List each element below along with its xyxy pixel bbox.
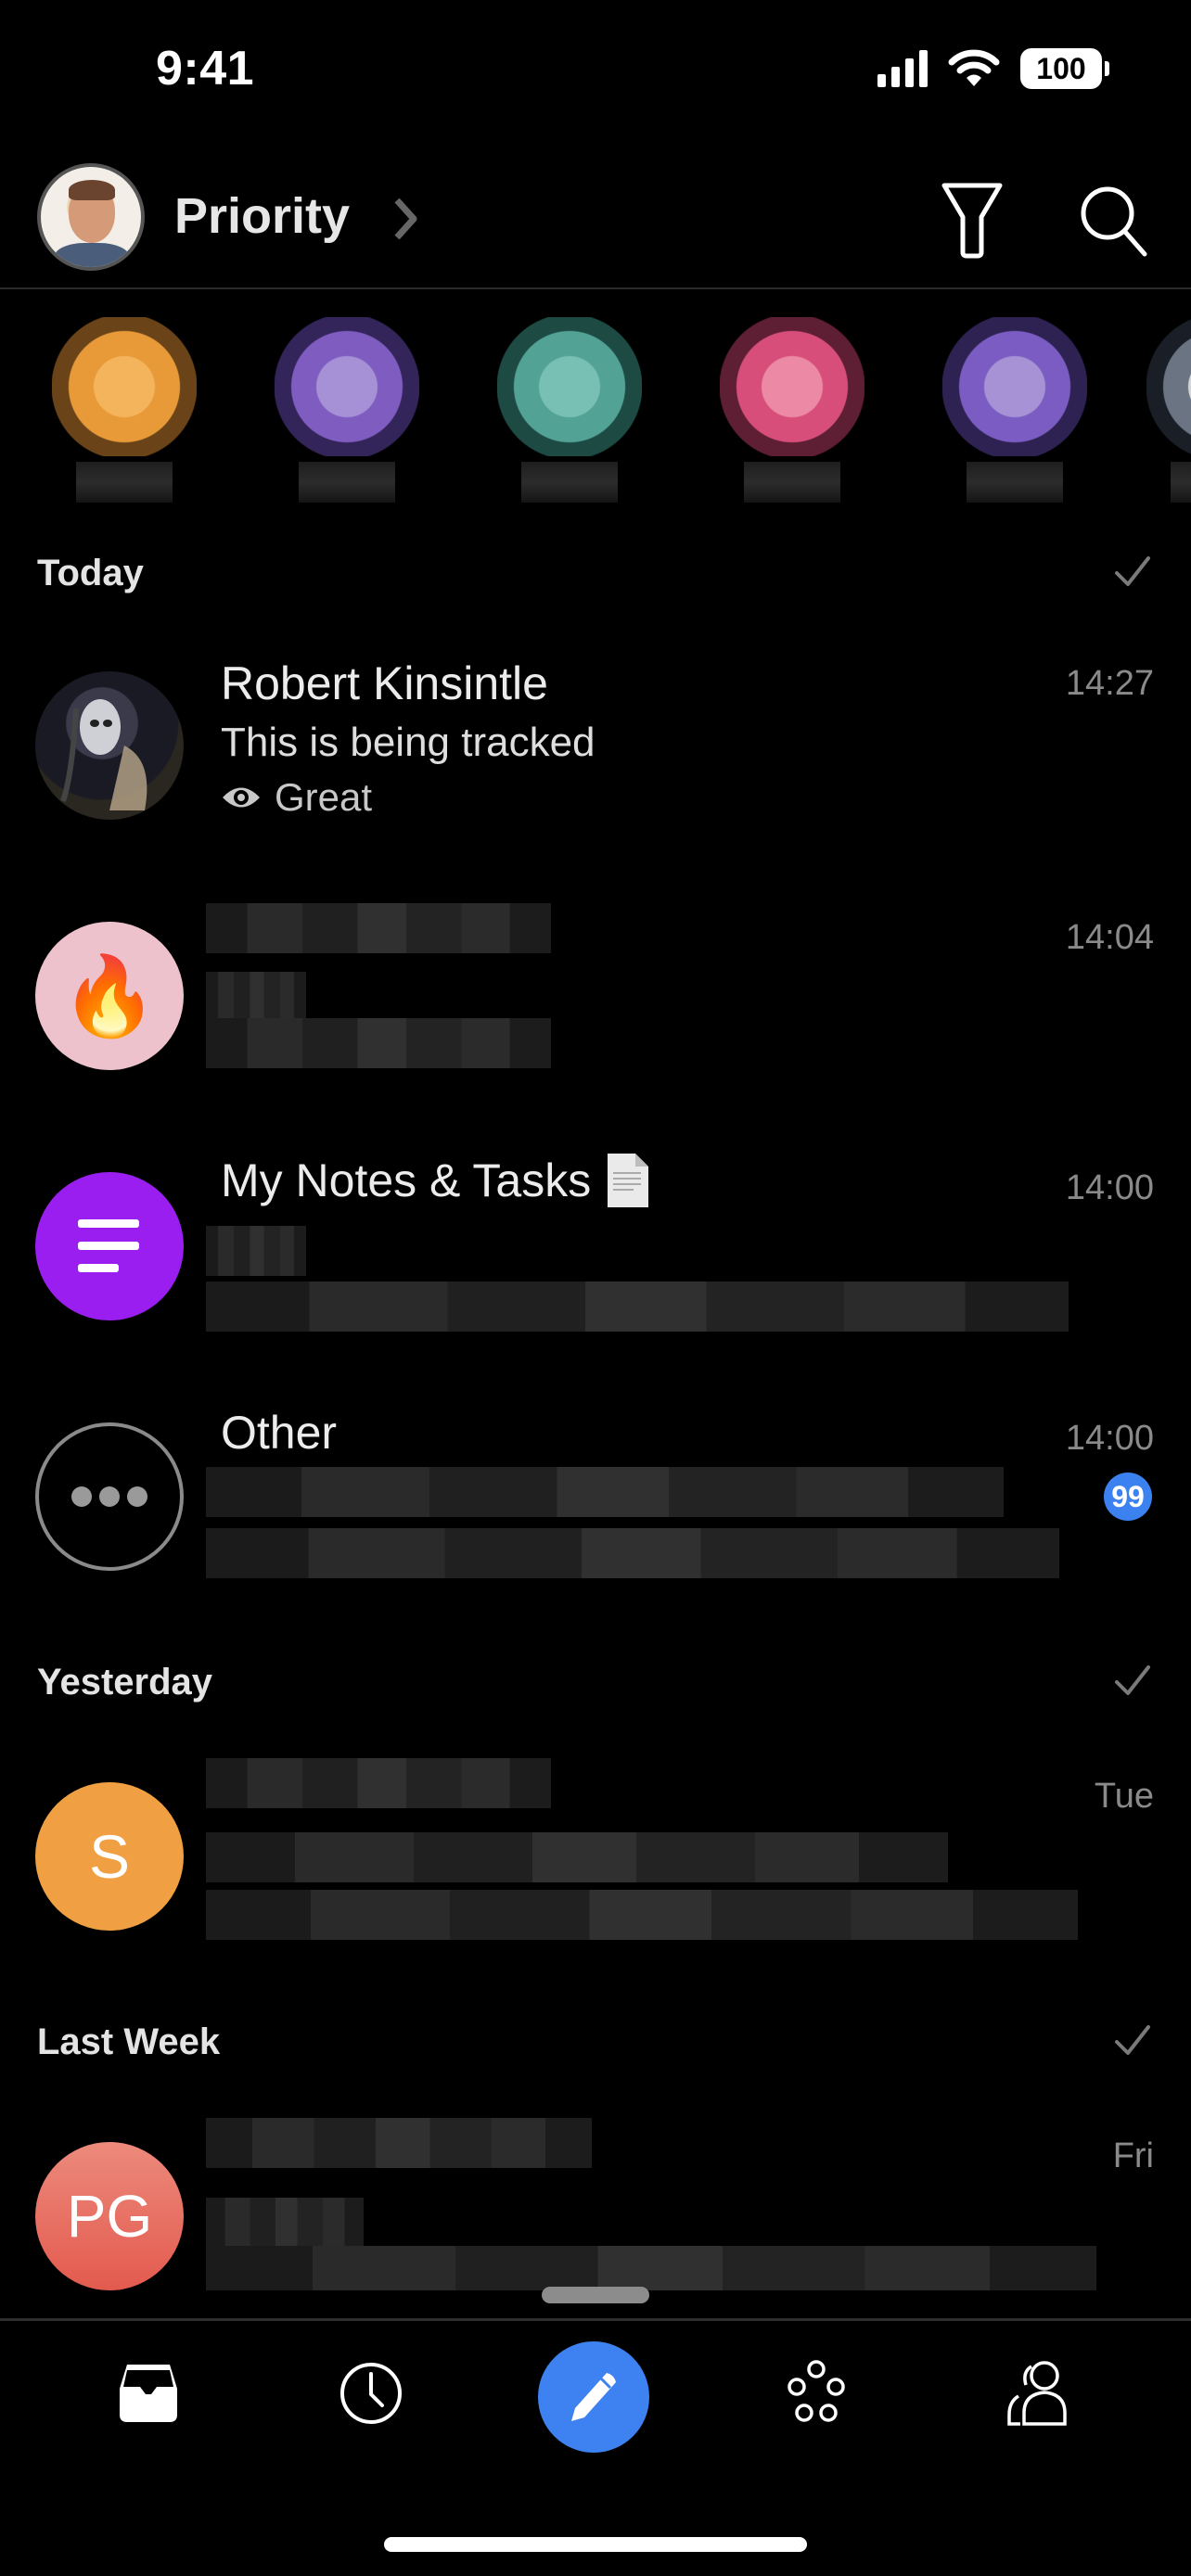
conversation-row[interactable]: 🔥 14:04: [0, 890, 1191, 1113]
section-header-last-week: Last Week: [0, 2010, 1191, 2075]
fire-icon: 🔥: [60, 951, 159, 1039]
redacted-preview: [206, 1467, 1004, 1517]
status-time: 9:41: [156, 42, 255, 96]
message-time: 14:04: [1065, 918, 1154, 957]
notes-lines-icon: [78, 1219, 139, 1272]
scroll-indicator[interactable]: [542, 2287, 649, 2303]
message-time: 14:27: [1065, 664, 1154, 703]
tab-inbox[interactable]: [93, 2338, 204, 2449]
sender-name-label: My Notes & Tasks: [221, 1154, 592, 1206]
conversation-row[interactable]: Other 14:00 99: [0, 1391, 1191, 1613]
tab-reminders[interactable]: [315, 2338, 427, 2449]
redacted-preview: [206, 1018, 551, 1068]
conversation-row[interactable]: S Tue: [0, 1743, 1191, 1966]
notes-avatar: [35, 1172, 184, 1320]
story-avatar[interactable]: [720, 295, 864, 508]
clock-icon: [340, 2363, 402, 2424]
redacted-sender: [206, 1758, 551, 1808]
mailbox-title[interactable]: Priority: [174, 187, 350, 245]
message-time: 14:00: [1065, 1168, 1154, 1207]
story-avatar[interactable]: [942, 295, 1087, 508]
section-title: Last Week: [37, 2021, 221, 2062]
tab-groups[interactable]: [761, 2338, 872, 2449]
sender-name: My Notes & Tasks: [221, 1152, 650, 1209]
redacted-preview: [206, 1890, 1078, 1940]
message-time: 14:00: [1065, 1419, 1154, 1458]
home-indicator[interactable]: [384, 2537, 807, 2552]
story-avatar[interactable]: [497, 295, 642, 508]
redacted-subject: [206, 972, 306, 1022]
contact-avatar: 🔥: [35, 922, 184, 1070]
section-header-yesterday: Yesterday: [0, 1651, 1191, 1715]
avatar-photo: [60, 699, 147, 810]
message-time: Fri: [1112, 2136, 1154, 2175]
inbox-icon: [120, 2365, 177, 2422]
redacted-subject: [206, 1832, 948, 1882]
contacts-icon: [1007, 2361, 1067, 2426]
header: Priority: [0, 158, 1191, 289]
stories-row: [0, 295, 1191, 517]
chevron-right-icon[interactable]: [388, 195, 425, 243]
section-header-today: Today: [0, 542, 1191, 606]
conversation-row[interactable]: PG Fri: [0, 2105, 1191, 2290]
avatar-initials: PG: [66, 2183, 153, 2250]
mark-done-check-icon[interactable]: [1111, 1660, 1154, 1702]
message-time: Tue: [1094, 1777, 1154, 1816]
redacted-preview: [206, 1528, 1059, 1578]
sender-name: Robert Kinsintle: [221, 657, 548, 709]
story-avatar[interactable]: [1146, 295, 1191, 508]
battery-level: 100: [1036, 51, 1086, 85]
contact-avatar: [35, 671, 184, 820]
redacted-sender: [206, 903, 551, 953]
eye-icon: [223, 787, 260, 808]
section-title: Today: [37, 553, 144, 593]
more-dots-icon: [71, 1486, 147, 1507]
wifi-icon: [948, 49, 1000, 86]
redacted-subject: [206, 1226, 306, 1276]
story-avatar[interactable]: [52, 295, 197, 508]
signal-icon: [877, 50, 928, 87]
mark-done-check-icon[interactable]: [1111, 2020, 1154, 2062]
status-bar: 9:41 100: [0, 0, 1191, 139]
sender-name: Other: [221, 1407, 338, 1459]
conversation-row[interactable]: Robert Kinsintle This is being tracked G…: [0, 649, 1191, 872]
story-avatar[interactable]: [275, 295, 419, 508]
unread-count-badge: 99: [1104, 1473, 1152, 1521]
groups-icon: [788, 2360, 845, 2422]
redacted-sender: [206, 2118, 592, 2168]
compose-icon: [571, 2373, 616, 2421]
redacted-subject: [206, 2198, 364, 2248]
contact-avatar: PG: [35, 2142, 184, 2290]
contact-avatar: S: [35, 1782, 184, 1931]
tracking-status-label: Great: [275, 775, 373, 819]
avatar-initials: S: [88, 1822, 131, 1891]
section-title: Yesterday: [37, 1662, 213, 1702]
mark-done-check-icon[interactable]: [1111, 551, 1154, 593]
profile-avatar[interactable]: [37, 163, 145, 271]
message-preview: This is being tracked: [221, 720, 596, 765]
tracking-status: Great: [221, 775, 372, 820]
status-icons: 100: [877, 48, 1109, 89]
search-icon[interactable]: [1076, 180, 1150, 260]
document-icon: [608, 1154, 649, 1207]
other-avatar: [35, 1422, 184, 1571]
compose-button[interactable]: [538, 2341, 649, 2453]
conversation-row[interactable]: My Notes & Tasks 14:00: [0, 1141, 1191, 1363]
tab-contacts[interactable]: [983, 2338, 1095, 2449]
redacted-preview: [206, 1282, 1069, 1332]
redacted-preview: [206, 2246, 1096, 2290]
filter-icon[interactable]: [937, 178, 1007, 261]
battery-icon: 100: [1020, 48, 1109, 89]
